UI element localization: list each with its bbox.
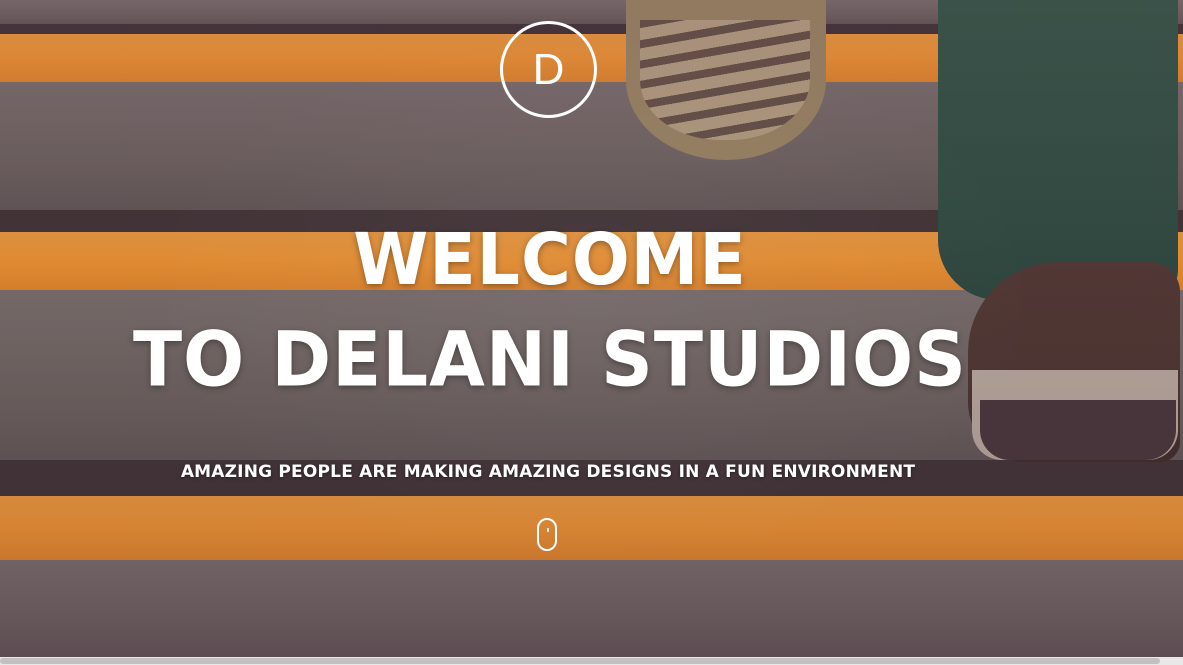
logo-letter: D [532, 44, 565, 94]
mouse-scroll-icon[interactable] [537, 518, 557, 551]
hero-section: D WELCOME TO DELANI STUDIOS AMAZING PEOP… [0, 0, 1183, 657]
brand-logo[interactable]: D [500, 21, 597, 118]
mouse-wheel [547, 528, 549, 532]
scrollbar-thumb[interactable] [0, 658, 1160, 664]
hero-title-line1: WELCOME [353, 219, 747, 302]
horizontal-scrollbar[interactable] [0, 657, 1183, 665]
hero-tagline: AMAZING PEOPLE ARE MAKING AMAZING DESIGN… [180, 462, 916, 482]
hero-title-line2: TO DELANI STUDIOS [132, 314, 968, 404]
